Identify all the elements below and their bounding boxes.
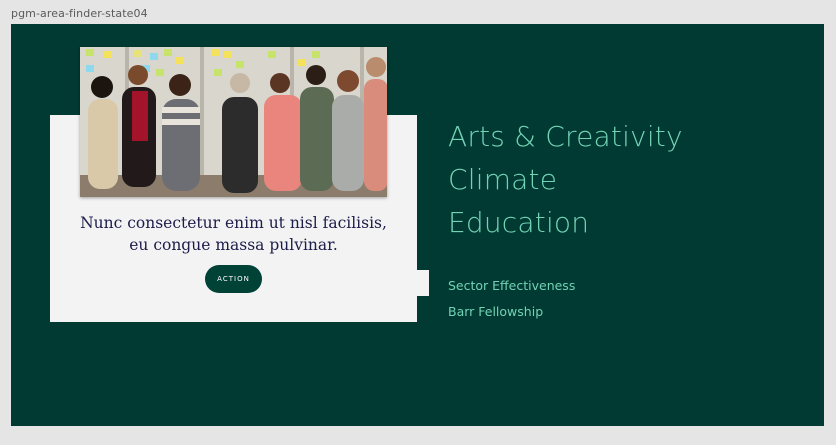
area-finder-canvas: Nunc consectetur enim ut nisl facilisis,… <box>11 24 824 426</box>
area-climate[interactable]: Climate <box>448 158 683 201</box>
action-button[interactable]: ACTION <box>205 265 262 293</box>
secondary-link-list: Sector Effectiveness Barr Fellowship <box>448 273 575 325</box>
program-area-list: Arts & Creativity Climate Education <box>448 115 683 244</box>
team-photo <box>80 47 387 197</box>
area-education[interactable]: Education <box>448 201 683 244</box>
team-photo-illustration <box>80 47 387 197</box>
link-sector-effectiveness[interactable]: Sector Effectiveness <box>448 273 575 299</box>
frame-label: pgm-area-finder-state04 <box>11 7 148 20</box>
area-arts-creativity[interactable]: Arts & Creativity <box>448 115 683 158</box>
card-tab-indicator <box>417 270 429 296</box>
card-quote: Nunc consectetur enim ut nisl facilisis,… <box>80 214 387 254</box>
link-barr-fellowship[interactable]: Barr Fellowship <box>448 299 575 325</box>
